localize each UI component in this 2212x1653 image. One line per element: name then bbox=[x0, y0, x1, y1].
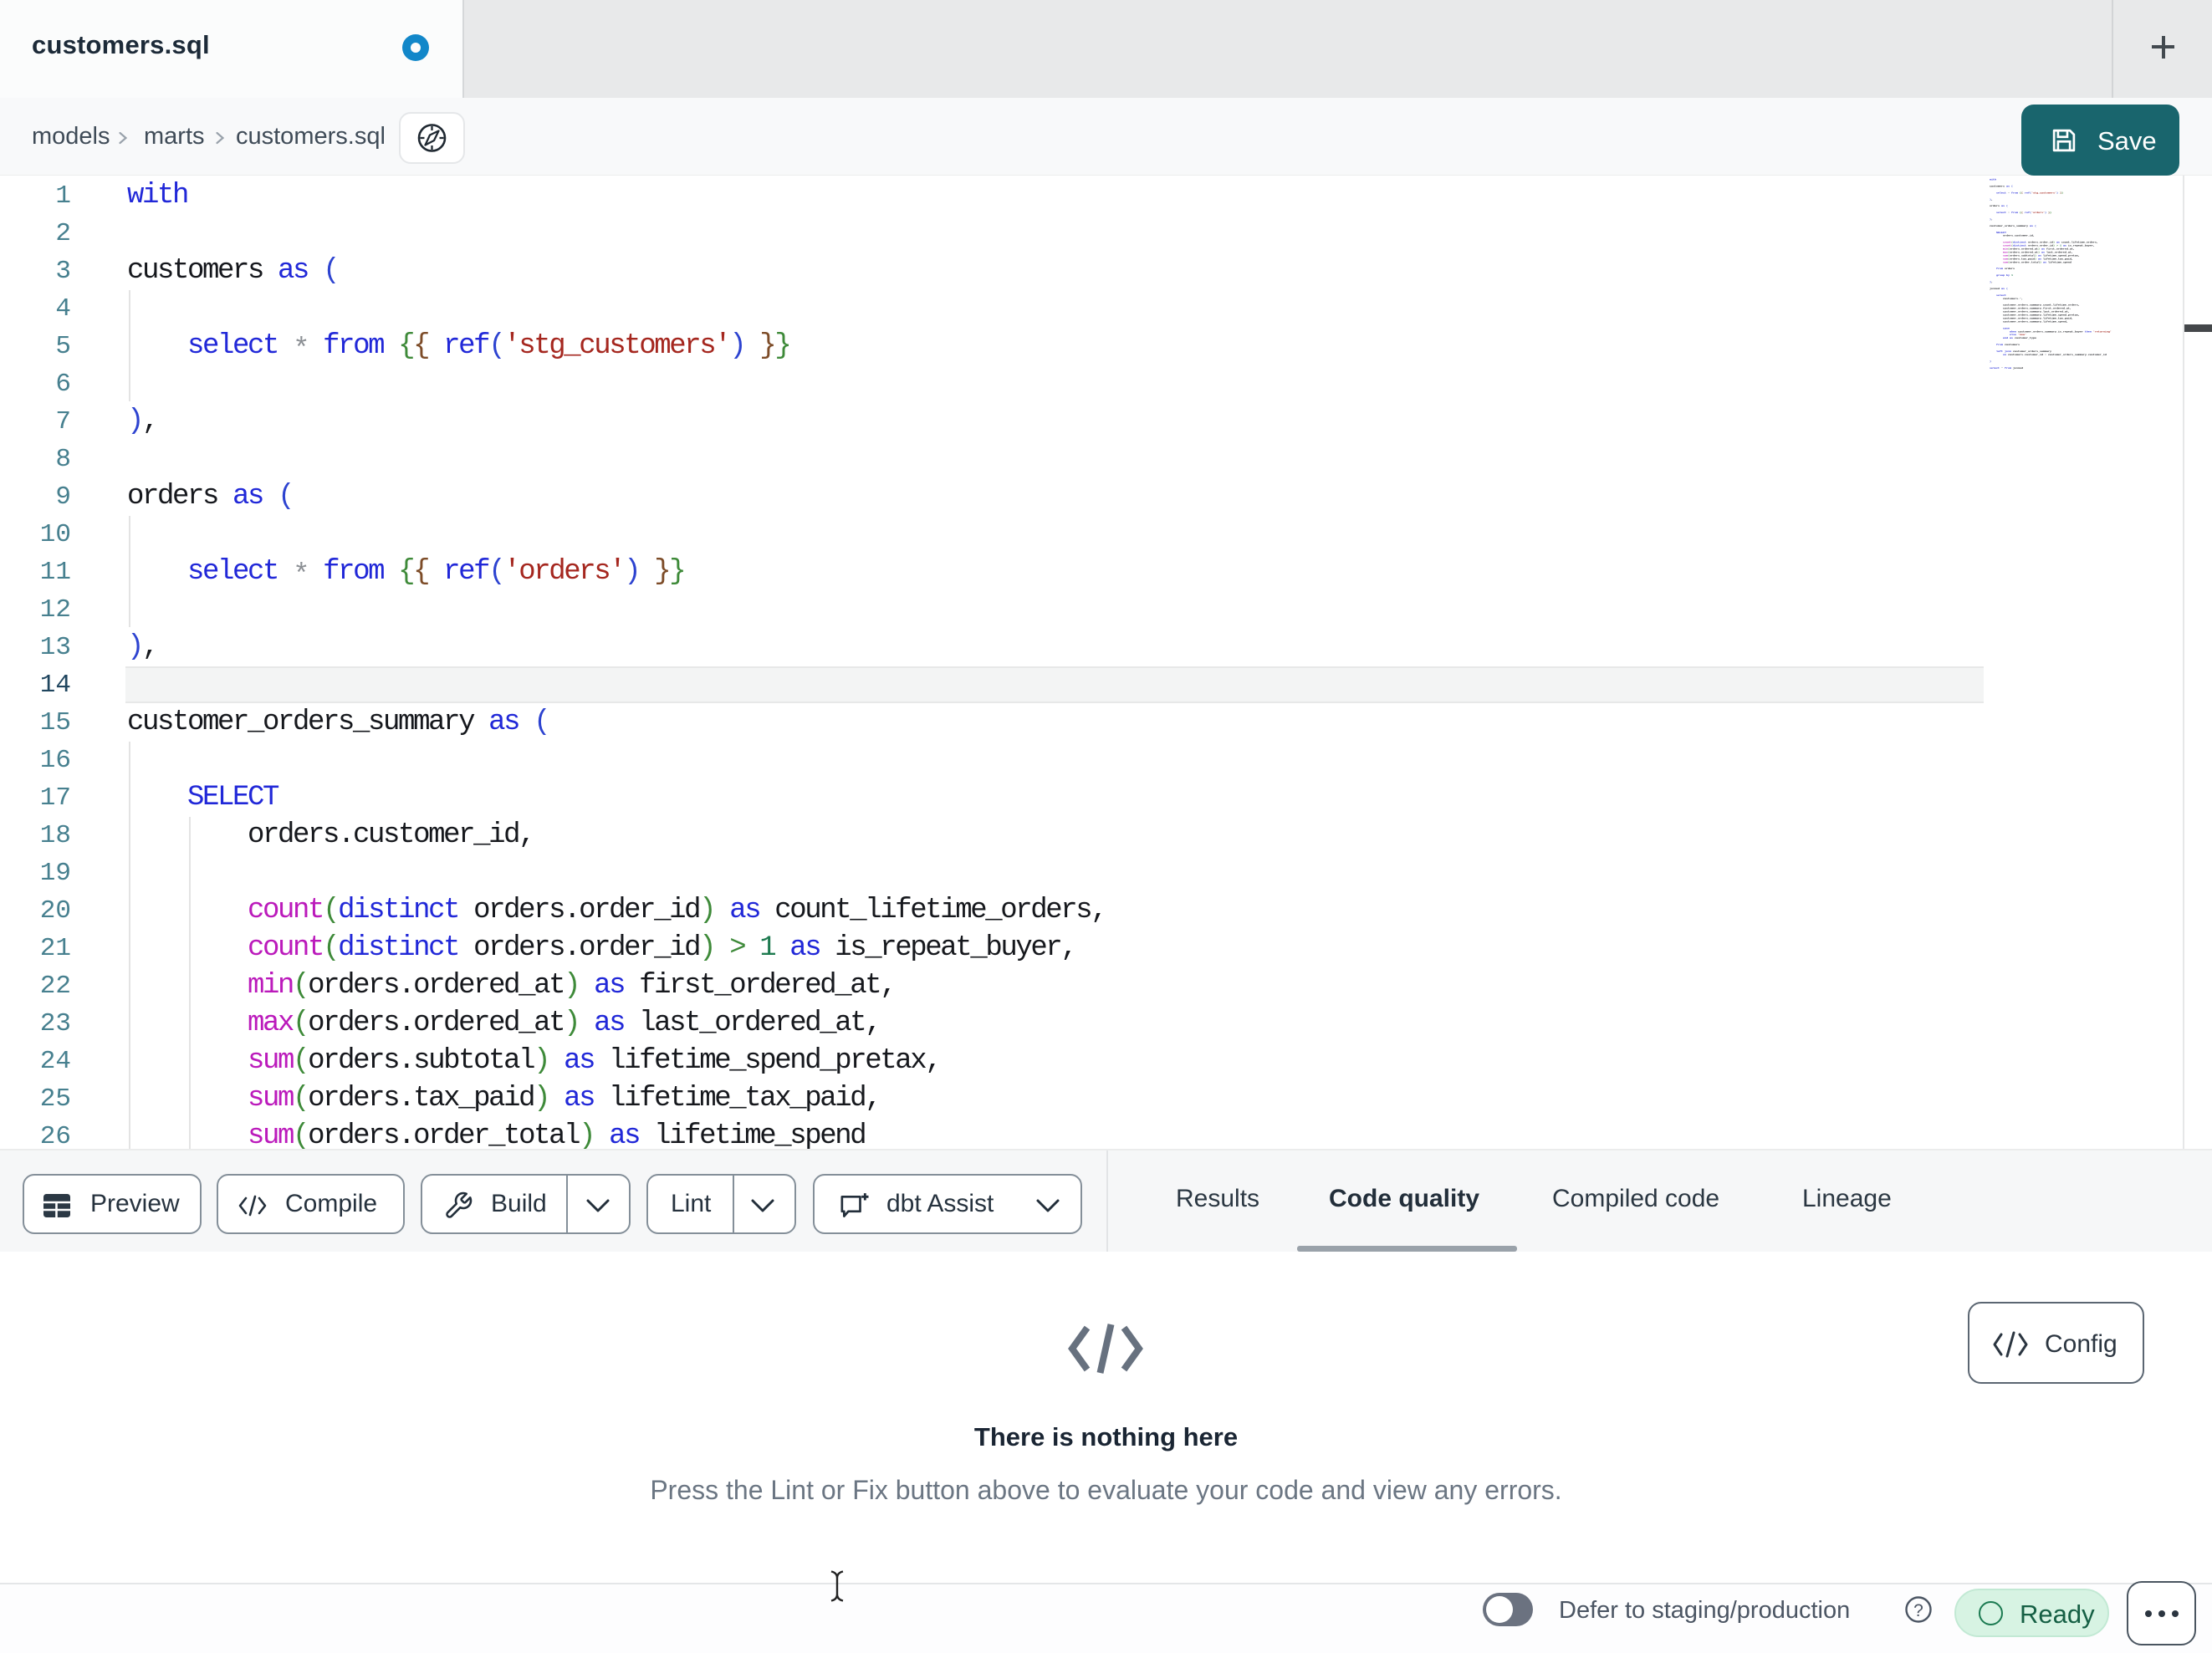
svg-text:?: ? bbox=[1913, 1601, 1923, 1620]
